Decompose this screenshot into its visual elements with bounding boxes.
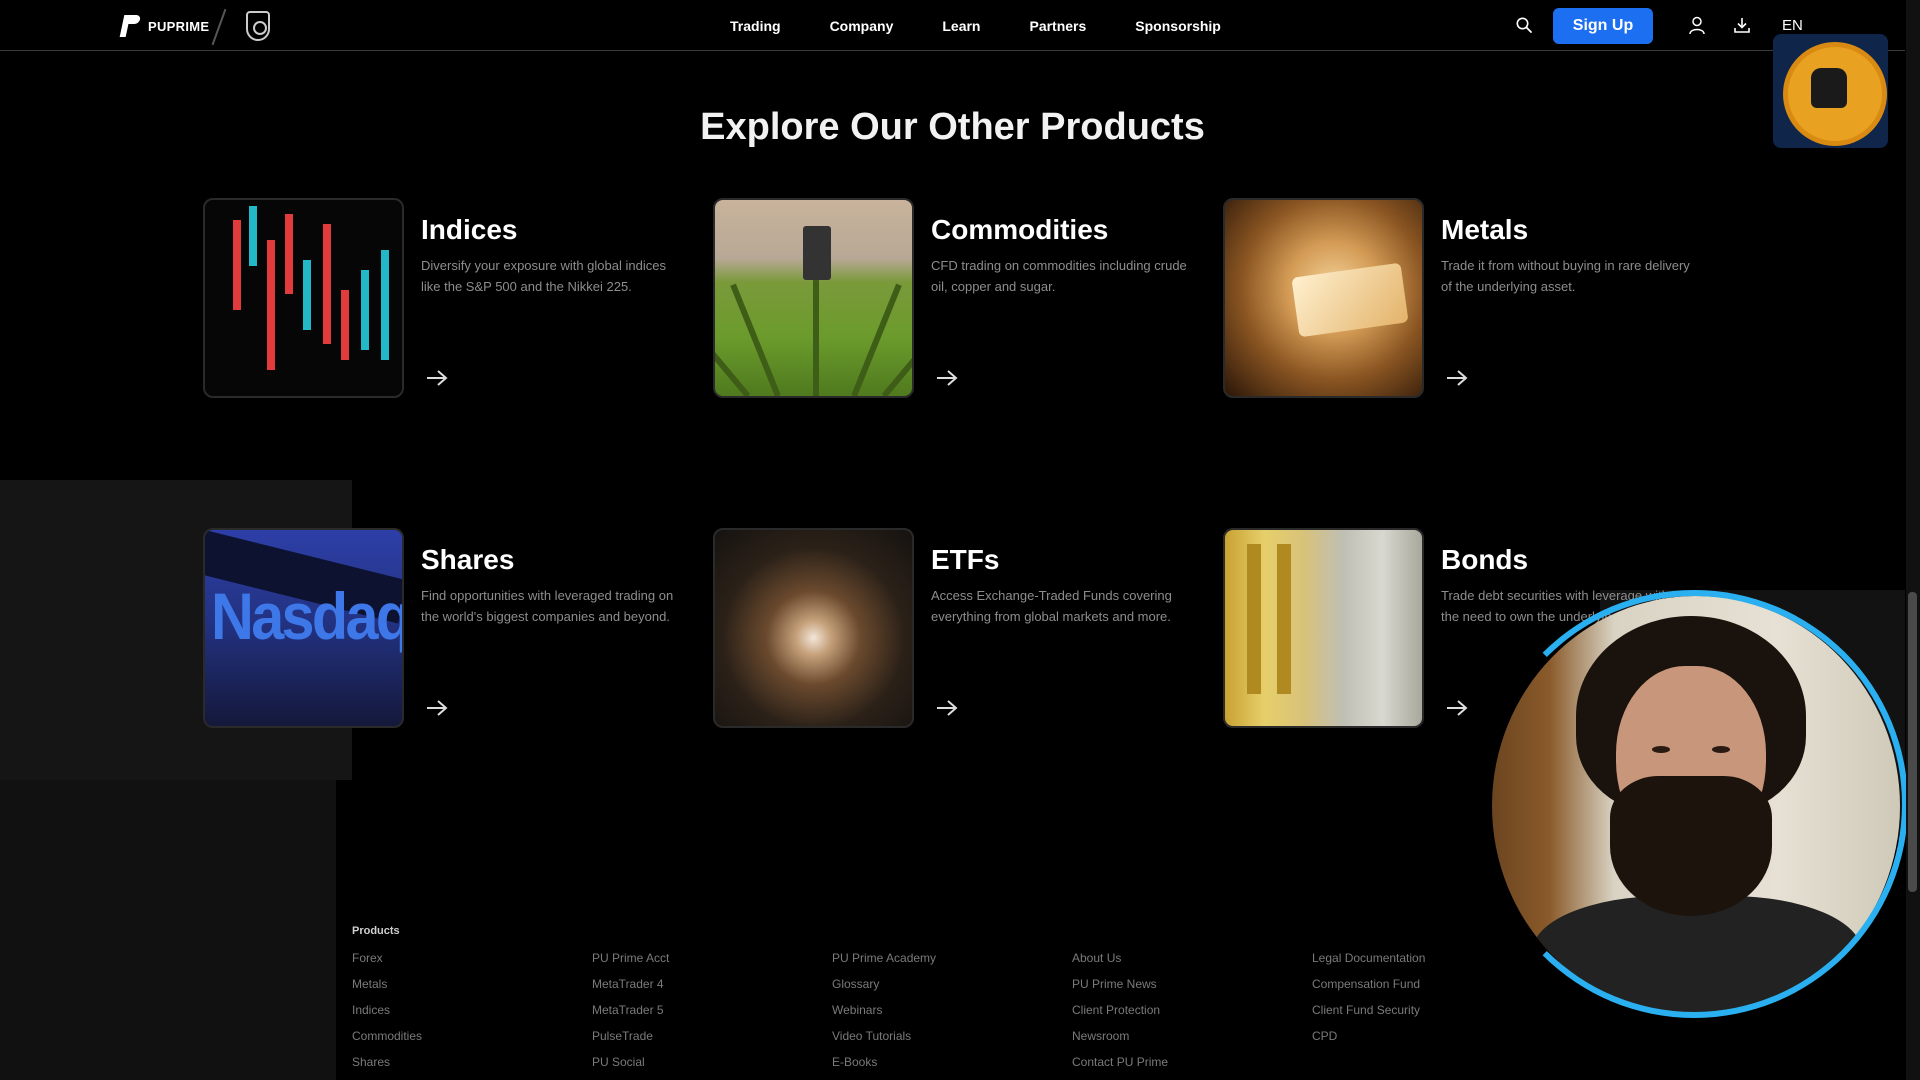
nav-learn[interactable]: Learn <box>942 18 980 34</box>
webcam-ring <box>1480 590 1908 1018</box>
product-card-indices[interactable]: Indices Diversify your exposure with glo… <box>203 198 683 403</box>
download-icon[interactable] <box>1733 16 1751 34</box>
language-selector[interactable]: EN <box>1782 17 1803 34</box>
footer-column-platforms: PU Prime Acct MetaTrader 4 MetaTrader 5 … <box>592 925 812 1080</box>
card-title: Commodities <box>931 214 1109 245</box>
sign-up-button[interactable]: Sign Up <box>1553 8 1653 44</box>
footer-link[interactable]: Glossary <box>832 977 1052 1003</box>
footer-heading <box>592 925 812 951</box>
product-card-metals[interactable]: Metals Trade it from without buying in r… <box>1223 198 1703 403</box>
background-block <box>0 780 336 1080</box>
logo-divider <box>211 8 227 46</box>
product-card-etfs[interactable]: ETFs Access Exchange-Traded Funds coveri… <box>713 528 1193 733</box>
footer-link[interactable]: Client Protection <box>1072 1003 1292 1029</box>
sponsor-crest-icon <box>246 11 270 41</box>
scrollbar-track[interactable] <box>1906 0 1920 1080</box>
footer-link[interactable]: Forex <box>352 951 572 977</box>
footer-link[interactable]: Metals <box>352 977 572 1003</box>
etfs-thumbnail <box>713 528 914 728</box>
nav-partners[interactable]: Partners <box>1029 18 1086 34</box>
card-description: Trade it from without buying in rare del… <box>1441 258 1690 294</box>
arrow-right-icon[interactable] <box>935 698 959 718</box>
footer-link[interactable]: Legal Documentation <box>1312 951 1532 977</box>
footer-link[interactable]: PU Social <box>592 1055 812 1080</box>
brand-logo[interactable]: PUPRIME <box>118 13 209 39</box>
indices-thumbnail <box>203 198 404 398</box>
footer-link[interactable]: E-Books <box>832 1055 1052 1080</box>
footer-heading <box>832 925 1052 951</box>
footer-column-company: About Us PU Prime News Client Protection… <box>1072 925 1292 1080</box>
brand-name: PUPRIME <box>148 18 210 34</box>
commodities-thumbnail <box>713 198 914 398</box>
user-icon[interactable] <box>1688 16 1706 35</box>
nav-company[interactable]: Company <box>830 18 894 34</box>
footer-heading <box>1312 925 1532 951</box>
metals-thumbnail <box>1223 198 1424 398</box>
nav-trading[interactable]: Trading <box>730 18 781 34</box>
card-description: CFD trading on commodities including cru… <box>931 258 1187 294</box>
arrow-right-icon[interactable] <box>1445 698 1469 718</box>
card-title: Shares <box>421 544 515 575</box>
top-navbar: PUPRIME Trading Company Learn Partners S… <box>0 0 1905 51</box>
footer-heading: Products <box>352 925 400 937</box>
nasdaq-logo-image: Nasdaq <box>211 579 404 653</box>
footer-link[interactable]: Indices <box>352 1003 572 1029</box>
footer-link[interactable]: MetaTrader 4 <box>592 977 812 1003</box>
section-title: Explore Our Other Products <box>700 106 1205 148</box>
arrow-right-icon[interactable] <box>1445 368 1469 388</box>
footer-heading <box>1072 925 1292 951</box>
card-description: Access Exchange-Traded Funds covering ev… <box>931 588 1172 624</box>
footer-link[interactable]: Commodities <box>352 1029 572 1055</box>
puprime-logo-icon <box>118 13 142 39</box>
footer-link[interactable]: Shares <box>352 1055 572 1080</box>
footer-link[interactable]: PU Prime Acct <box>592 951 812 977</box>
main-nav: Trading Company Learn Partners Sponsorsh… <box>730 0 1270 51</box>
footer-link[interactable]: Client Fund Security <box>1312 1003 1532 1029</box>
card-description: Diversify your exposure with global indi… <box>421 258 666 294</box>
product-card-commodities[interactable]: Commodities CFD trading on commodities i… <box>713 198 1193 403</box>
footer-column-legal: Legal Documentation Compensation Fund Cl… <box>1312 925 1532 1055</box>
footer-link[interactable]: Webinars <box>832 1003 1052 1029</box>
footer-column-products: Products Forex Metals Indices Commoditie… <box>352 925 572 1080</box>
footer-link[interactable]: Compensation Fund <box>1312 977 1532 1003</box>
footer-link[interactable]: MetaTrader 5 <box>592 1003 812 1029</box>
footer-link[interactable]: About Us <box>1072 951 1292 977</box>
footer-link[interactable]: CPD <box>1312 1029 1532 1055</box>
card-title: Indices <box>421 214 518 245</box>
product-card-shares[interactable]: Nasdaq Shares Find opportunities with le… <box>203 528 683 733</box>
footer-link[interactable]: Contact PU Prime <box>1072 1055 1292 1080</box>
card-title: Bonds <box>1441 544 1529 575</box>
card-title: Metals <box>1441 214 1529 245</box>
bonds-thumbnail <box>1223 528 1424 728</box>
arrow-right-icon[interactable] <box>425 698 449 718</box>
search-icon[interactable] <box>1516 17 1532 33</box>
scrollbar-thumb[interactable] <box>1908 592 1917 892</box>
card-description: Find opportunities with leveraged tradin… <box>421 588 674 624</box>
footer-column-learn: PU Prime Academy Glossary Webinars Video… <box>832 925 1052 1080</box>
arrow-right-icon[interactable] <box>935 368 959 388</box>
arrow-right-icon[interactable] <box>425 368 449 388</box>
footer-link[interactable]: Video Tutorials <box>832 1029 1052 1055</box>
footer-link[interactable]: PulseTrade <box>592 1029 812 1055</box>
shares-thumbnail: Nasdaq <box>203 528 404 728</box>
card-title: ETFs <box>931 544 1000 575</box>
footer-link[interactable]: PU Prime News <box>1072 977 1292 1003</box>
nav-sponsorship[interactable]: Sponsorship <box>1135 18 1221 34</box>
footer-link[interactable]: PU Prime Academy <box>832 951 1052 977</box>
footer-link[interactable]: Newsroom <box>1072 1029 1292 1055</box>
